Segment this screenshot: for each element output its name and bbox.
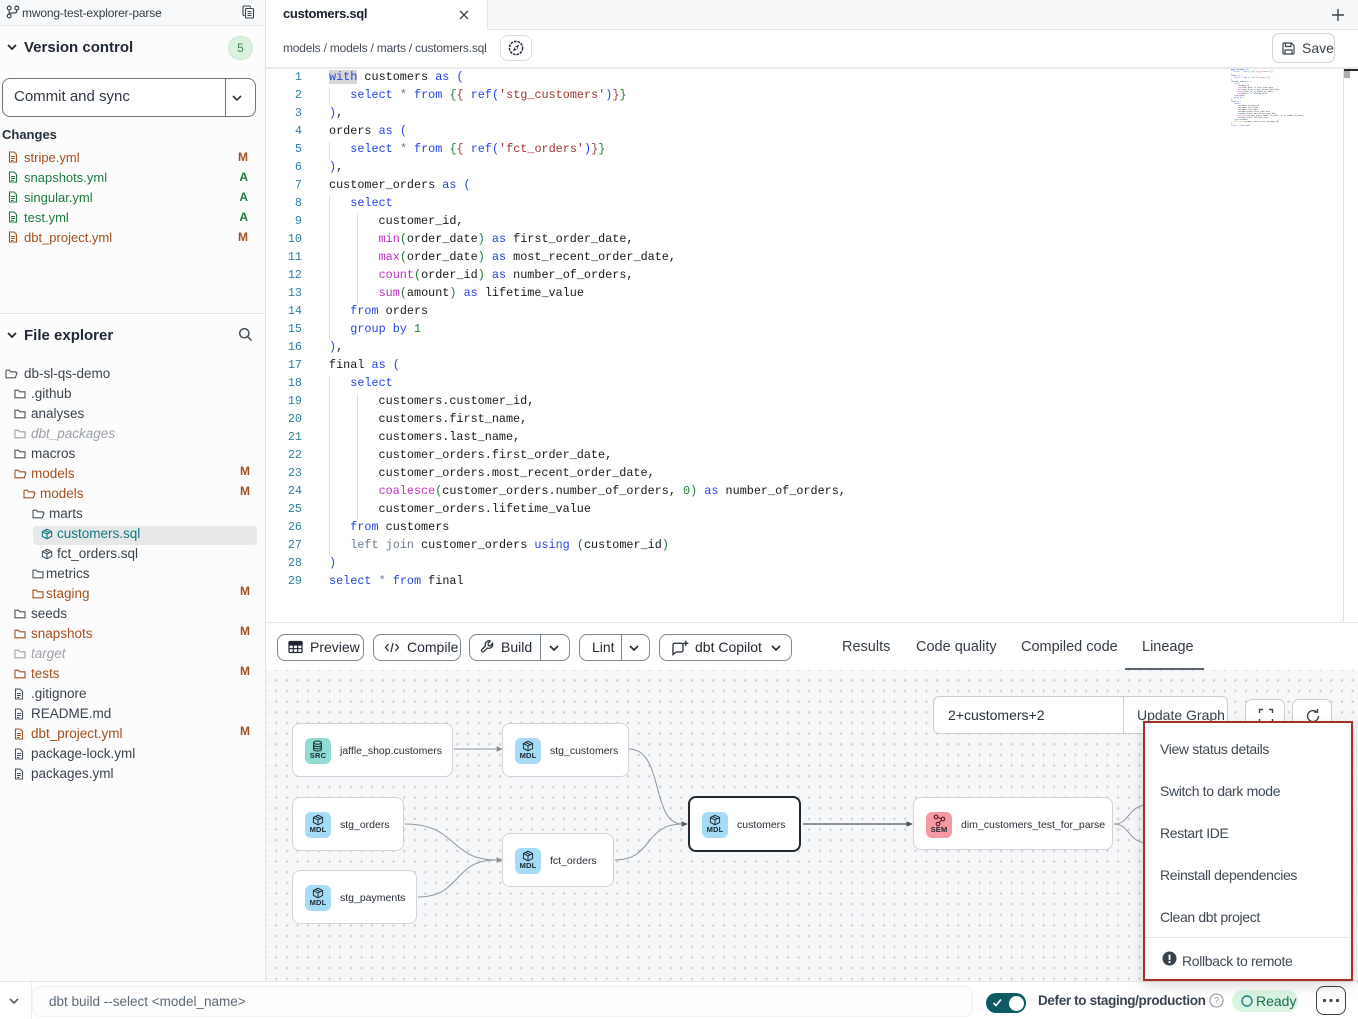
- svg-text:?: ?: [1214, 996, 1219, 1006]
